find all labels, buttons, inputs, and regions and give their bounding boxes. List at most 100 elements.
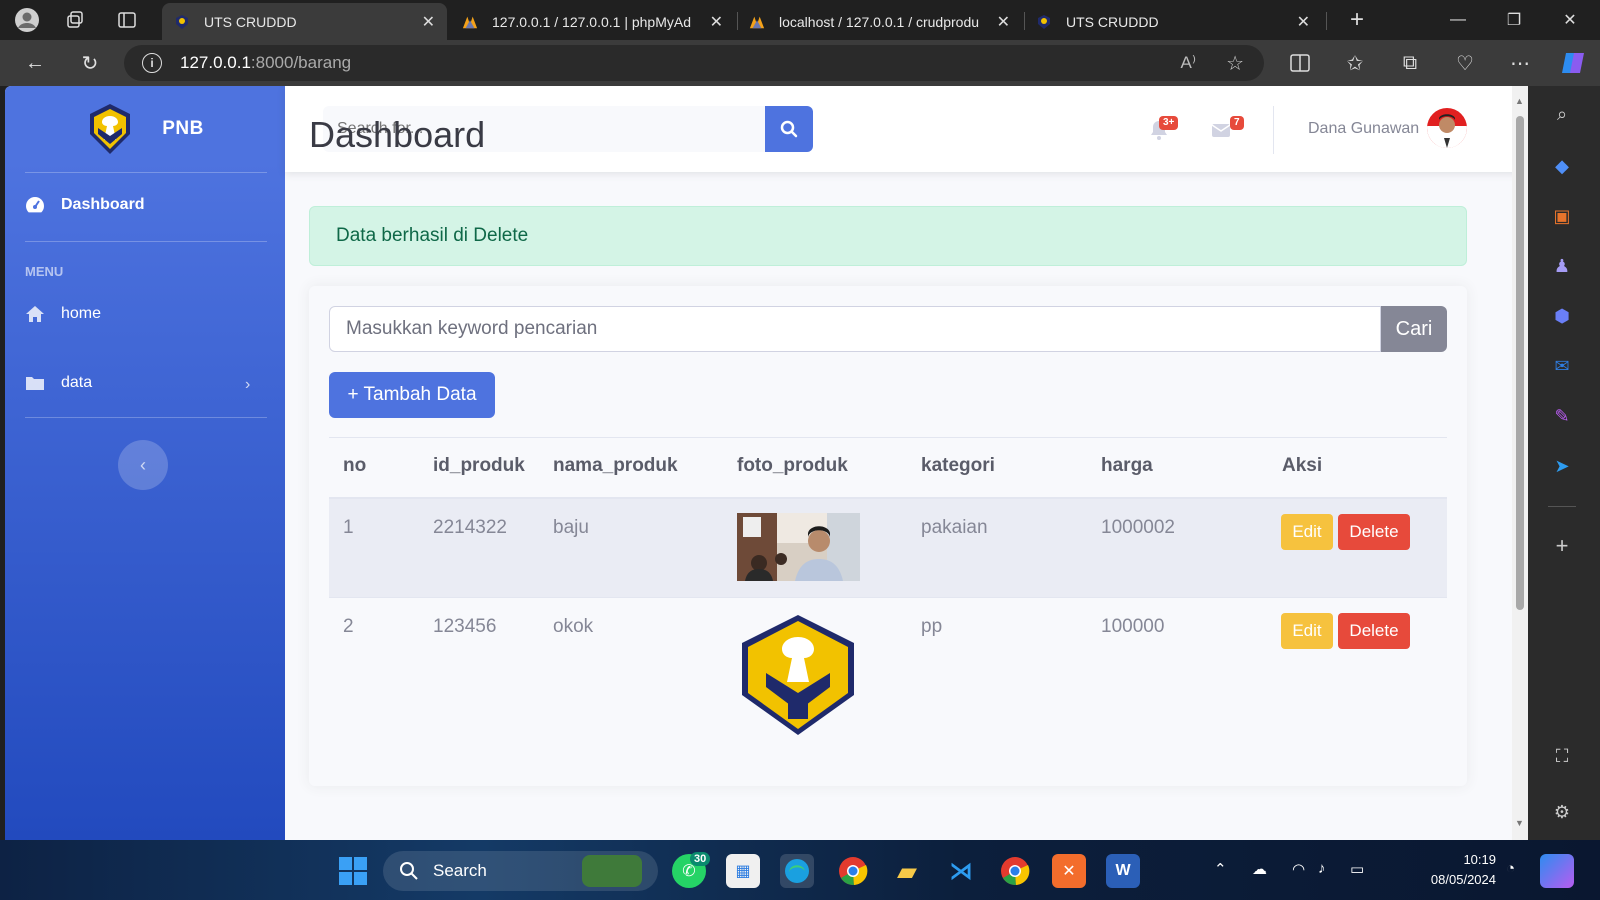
tab-uts-cruddd-2[interactable]: UTS CRUDDD ✕: [1024, 3, 1322, 40]
table-row: [329, 497, 1447, 597]
vscode-icon[interactable]: ⋊: [944, 854, 978, 888]
sidebar-toggle-button[interactable]: ‹: [118, 440, 168, 490]
tab-phpmyadmin[interactable]: 127.0.0.1 / 127.0.0.1 | phpMyAd ✕: [450, 3, 735, 40]
microsoft-store-icon[interactable]: ▦: [726, 854, 760, 888]
sidebar-brand[interactable]: PNB: [5, 86, 285, 172]
url-text: 127.0.0.1:8000/barang: [180, 53, 352, 72]
search-sidebar-icon[interactable]: ⌕: [1548, 100, 1576, 128]
sidebar-item-label: Dashboard: [61, 196, 145, 213]
tab-title: 127.0.0.1 / 127.0.0.1 | phpMyAd: [492, 13, 692, 30]
designer-icon[interactable]: ✎: [1548, 402, 1576, 430]
user-name[interactable]: Dana Gunawan: [1308, 120, 1419, 138]
outlook-icon[interactable]: ✉: [1548, 352, 1576, 380]
delete-button[interactable]: Delete: [1338, 613, 1410, 649]
sidebar-item-label: home: [61, 305, 102, 322]
site-info-icon[interactable]: i: [142, 53, 162, 73]
search-icon: [780, 120, 798, 138]
cell-no: 2: [343, 616, 354, 637]
sidebar-divider: [25, 172, 267, 173]
close-tab-icon[interactable]: ✕: [1297, 12, 1310, 32]
sidebar-item-dashboard[interactable]: Dashboard: [25, 196, 145, 214]
column-header-id-produk: id_produk: [433, 455, 525, 476]
home-icon: [25, 305, 47, 323]
xampp-icon[interactable]: ✕: [1052, 854, 1086, 888]
games-icon[interactable]: ♟: [1548, 252, 1576, 280]
copilot-taskbar-icon[interactable]: [1540, 854, 1574, 888]
scroll-down-icon[interactable]: ▼: [1515, 818, 1524, 828]
read-aloud-icon[interactable]: A⁾: [1180, 53, 1196, 73]
tab-actions-icon[interactable]: [108, 0, 146, 40]
cari-button[interactable]: Cari: [1381, 306, 1447, 352]
cell-harga: 100000: [1101, 616, 1165, 637]
volume-icon[interactable]: ♪: [1318, 860, 1326, 877]
shopping-tag-icon[interactable]: ◆: [1548, 152, 1576, 180]
performance-heart-icon[interactable]: ♡: [1445, 40, 1485, 86]
wifi-icon[interactable]: ◠: [1292, 860, 1305, 878]
search-icon: [400, 862, 418, 880]
profile-icon[interactable]: [8, 0, 46, 40]
keyword-search-input[interactable]: Masukkan keyword pencarian: [329, 306, 1381, 352]
clock-time: 10:19: [1463, 852, 1496, 867]
send-icon[interactable]: ➤: [1548, 452, 1576, 480]
column-header-foto-produk: foto_produk: [737, 455, 848, 476]
tools-briefcase-icon[interactable]: ▣: [1548, 202, 1576, 230]
battery-icon[interactable]: ▭: [1350, 860, 1364, 878]
column-header-nama-produk: nama_produk: [553, 455, 678, 476]
scrollbar-thumb[interactable]: [1516, 116, 1524, 610]
edge-browser-icon[interactable]: [780, 854, 814, 888]
chrome-icon[interactable]: [836, 854, 870, 888]
microsoft-365-icon[interactable]: ⬢: [1548, 302, 1576, 330]
collections-icon[interactable]: ⧉: [1390, 40, 1430, 86]
tachometer-icon: [25, 196, 47, 214]
delete-button[interactable]: Delete: [1338, 514, 1410, 550]
favorites-icon[interactable]: ✩: [1335, 40, 1375, 86]
topbar-search-button[interactable]: [765, 106, 813, 152]
sidebar-item-home[interactable]: home: [25, 305, 101, 323]
taskbar-search[interactable]: Search: [383, 851, 658, 891]
product-photo: [737, 513, 860, 581]
onedrive-offline-icon[interactable]: ☁: [1252, 860, 1267, 878]
scroll-up-icon[interactable]: ▲: [1515, 96, 1524, 106]
split-screen-icon[interactable]: [1280, 40, 1320, 86]
copilot-icon[interactable]: [1553, 40, 1593, 86]
column-header-kategori: kategori: [921, 455, 995, 476]
edit-button[interactable]: Edit: [1281, 613, 1333, 649]
favorite-star-icon[interactable]: ☆: [1226, 51, 1244, 76]
new-tab-icon[interactable]: +: [1338, 0, 1376, 40]
restore-icon[interactable]: ❐: [1486, 0, 1542, 40]
tab-uts-cruddd-active[interactable]: UTS CRUDDD ✕: [162, 3, 447, 40]
cell-kategori: pakaian: [921, 517, 988, 538]
page-scrollbar[interactable]: ▲ ▼: [1512, 86, 1528, 840]
phpmyadmin-favicon-icon: [749, 14, 765, 30]
address-bar[interactable]: i 127.0.0.1:8000/barang A⁾ ☆: [124, 45, 1264, 81]
close-tab-icon[interactable]: ✕: [997, 12, 1010, 32]
chrome-profile-icon[interactable]: [998, 854, 1032, 888]
search-highlight-image: [582, 855, 642, 887]
close-tab-icon[interactable]: ✕: [710, 12, 723, 32]
add-sidebar-app-icon[interactable]: +: [1548, 532, 1576, 560]
more-menu-icon[interactable]: ⋯: [1500, 40, 1540, 86]
screenshot-icon[interactable]: ⛶: [1548, 742, 1576, 770]
sidebar-item-data[interactable]: data: [25, 374, 92, 392]
edit-button[interactable]: Edit: [1281, 514, 1333, 550]
back-icon[interactable]: ←: [15, 40, 55, 86]
refresh-icon[interactable]: ↻: [70, 40, 110, 86]
close-window-icon[interactable]: ✕: [1542, 0, 1598, 40]
success-alert: Data berhasil di Delete: [309, 206, 1467, 266]
tab-localhost-crudproduk[interactable]: localhost / 127.0.0.1 / crudprodu ✕: [737, 3, 1022, 40]
tambah-data-button[interactable]: + Tambah Data: [329, 372, 495, 418]
avatar[interactable]: [1427, 108, 1467, 148]
minimize-icon[interactable]: —: [1430, 0, 1486, 40]
word-icon[interactable]: W: [1106, 854, 1140, 888]
windows-start-icon[interactable]: [336, 854, 370, 888]
file-explorer-icon[interactable]: ▰: [890, 854, 924, 888]
sidebar-settings-icon[interactable]: ⚙: [1548, 798, 1576, 826]
system-clock[interactable]: 10:19 08/05/2024: [1414, 850, 1496, 890]
tray-overflow-icon[interactable]: ⌃: [1214, 860, 1227, 878]
workspaces-icon[interactable]: [56, 0, 94, 40]
tab-title: localhost / 127.0.0.1 / crudprodu: [779, 13, 980, 30]
notification-bell-icon[interactable]: ◔: [1506, 860, 1515, 877]
chevron-right-icon[interactable]: ›: [245, 376, 250, 394]
keyword-placeholder: Masukkan keyword pencarian: [346, 318, 598, 339]
close-tab-icon[interactable]: ✕: [422, 12, 435, 32]
